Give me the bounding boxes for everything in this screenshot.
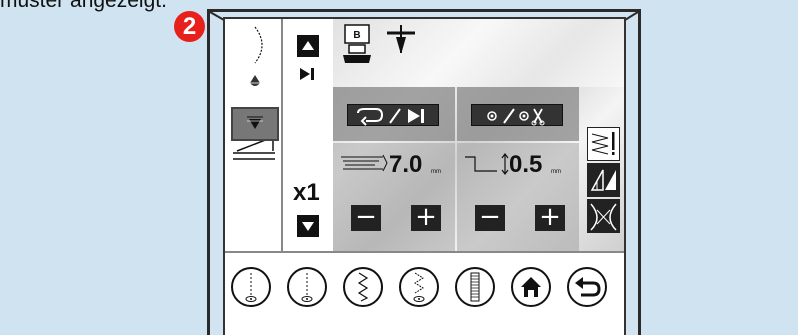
length-value: 7.0 (389, 151, 423, 178)
straight-stitch-alt-icon (301, 273, 313, 302)
length-plus-button[interactable]: + (411, 204, 441, 231)
drop-icon (249, 75, 261, 86)
length-panel: 7.0 mm − + (333, 143, 455, 251)
mirror-button[interactable] (587, 199, 620, 233)
width-minus-button[interactable]: − (475, 204, 505, 231)
stitch-density-button[interactable] (587, 127, 620, 161)
zigzag-icon (357, 272, 369, 302)
down-arrow-button-icon (302, 222, 314, 231)
width-panel: 0.5 mm − + (457, 143, 579, 251)
pattern-end-icon (300, 68, 314, 80)
down-arrow-button[interactable] (297, 215, 319, 237)
triple-zigzag-icon (413, 272, 425, 302)
right-icon-column (587, 127, 620, 235)
mirror-icon (590, 203, 617, 231)
triple-zigzag-button[interactable] (399, 267, 439, 307)
bottom-stitch-bar (225, 251, 624, 335)
repeat-counter: x1 (293, 179, 320, 206)
up-arrow-button-icon (302, 41, 314, 50)
tie-off-cut-icon (487, 108, 545, 126)
left-panel (225, 19, 283, 251)
needle-icon (387, 25, 415, 53)
width-unit: mm (551, 169, 561, 175)
tie-off-cut-button[interactable] (471, 104, 563, 126)
up-arrow-button[interactable] (297, 35, 319, 57)
home-icon (521, 277, 541, 297)
selected-triangle-button[interactable] (231, 107, 279, 141)
presser-foot-icon[interactable]: B (339, 23, 375, 67)
stitch-width-icon (465, 153, 509, 175)
straight-stitch-button[interactable] (231, 267, 271, 307)
stitch-length-icon (341, 154, 388, 172)
back-icon (575, 277, 601, 297)
tapering-icon (590, 169, 616, 191)
stitch-density-icon (591, 132, 615, 155)
tapering-button[interactable] (587, 163, 620, 197)
control-column: x1 (285, 19, 333, 251)
foot-letter: B (353, 30, 360, 41)
satin-bar-icon (470, 272, 480, 302)
fabric-area: B 7.0 mm − + 0.5 mm − + (333, 19, 624, 251)
repeat-end-button[interactable] (347, 104, 439, 126)
satin-bar-button[interactable] (455, 267, 495, 307)
straight-stitch-alt-button[interactable] (287, 267, 327, 307)
length-minus-button[interactable]: − (351, 204, 381, 231)
back-button[interactable] (567, 267, 607, 307)
top-info-bar (333, 19, 624, 87)
width-plus-button[interactable]: + (535, 204, 565, 231)
straight-stitch-icon (245, 273, 257, 302)
home-button[interactable] (511, 267, 551, 307)
action-panel-left (333, 87, 455, 141)
stitch-arc-icon (254, 26, 263, 64)
triangle-down-icon (247, 116, 263, 129)
length-unit: mm (431, 169, 441, 175)
action-panel-right (457, 87, 579, 141)
touch-screen: x1 B 7.0 mm − + 0.5 mm − + (223, 17, 626, 335)
width-value: 0.5 (509, 151, 543, 178)
repeat-end-icon (357, 108, 424, 126)
zigzag-button[interactable] (343, 267, 383, 307)
